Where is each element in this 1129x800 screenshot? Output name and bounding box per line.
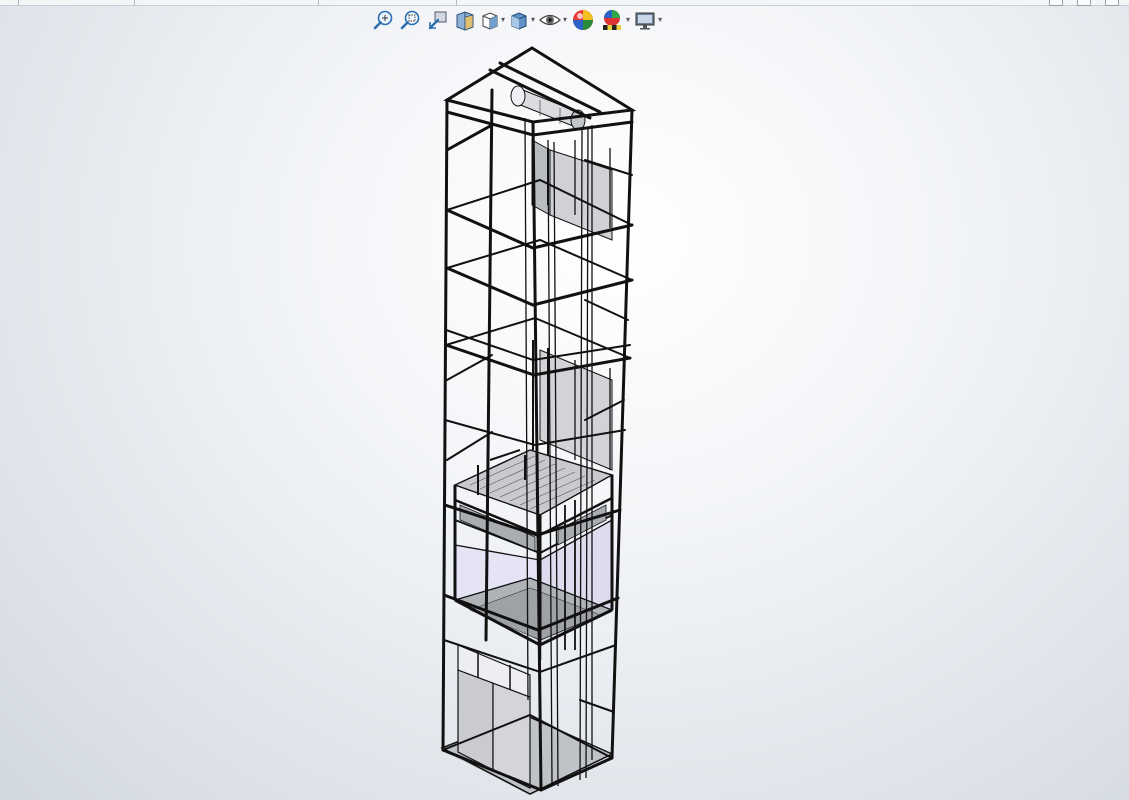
elevator-shaft-model[interactable] [0, 0, 1129, 800]
landing-door-left-panel [457, 669, 494, 771]
landing-door[interactable] [457, 644, 531, 789]
upper-wall-panel [549, 149, 613, 241]
graphics-area[interactable]: ▾ ▾ ▾ ▾ ▾ [0, 0, 1129, 800]
traction-machine[interactable] [510, 85, 586, 131]
